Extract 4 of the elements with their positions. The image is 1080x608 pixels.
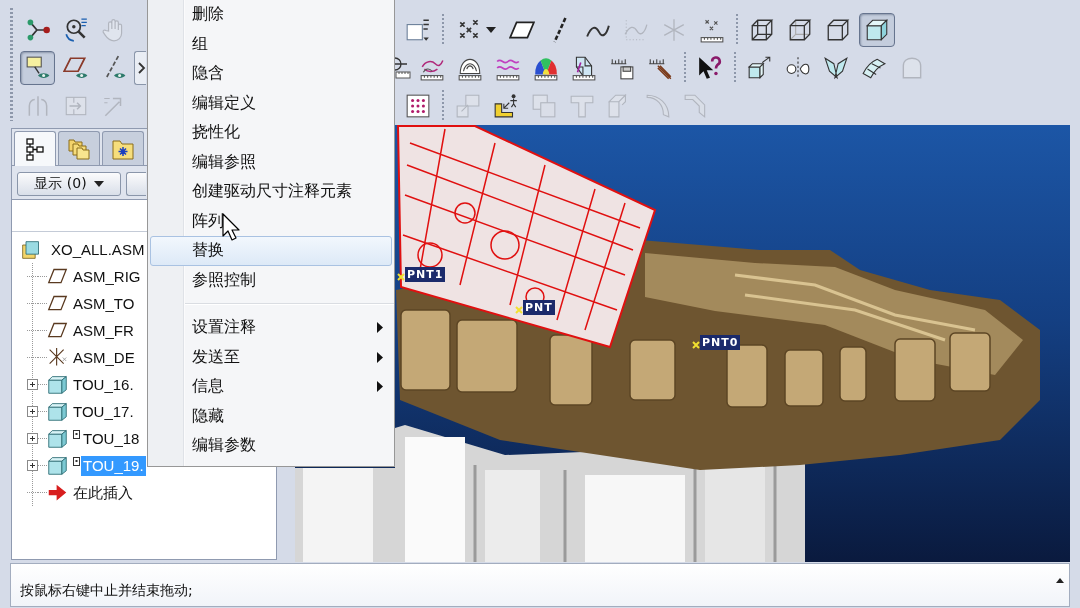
- status-message: 按鼠标右键中止并结束拖动;: [20, 581, 194, 599]
- datum-point-label: PNT1: [405, 267, 446, 282]
- datum-point-label: PNT: [523, 300, 555, 315]
- datum-point-label: PNT0: [700, 335, 741, 350]
